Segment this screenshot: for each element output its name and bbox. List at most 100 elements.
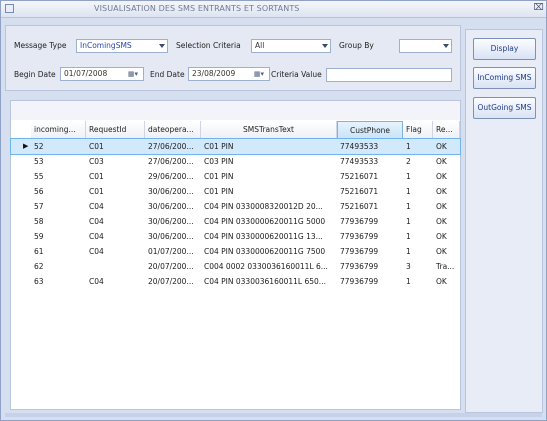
calendar-icon[interactable]: ▦▾ xyxy=(123,68,143,80)
col-sms-text-cell: C03 PIN xyxy=(204,157,234,166)
group-by-label: Group By xyxy=(339,41,374,50)
col-sms-text-cell: C04 PIN 0330000620011G 7500 xyxy=(204,247,326,256)
begin-date-picker[interactable]: 01/07/2008 ▦▾ xyxy=(60,67,144,81)
chevron-down-icon xyxy=(159,44,165,48)
col-flag-cell: 1 xyxy=(406,247,411,256)
begin-date-value: 01/07/2008 xyxy=(64,69,108,78)
outgoing-sms-button[interactable]: OutGoing SMS xyxy=(473,97,536,119)
col-request-id-cell: C04 xyxy=(89,202,104,211)
col-sms-text-cell: C01 PIN xyxy=(204,172,234,181)
row-indicator-icon: ▶ xyxy=(23,142,29,150)
col-flag-cell: 1 xyxy=(406,217,411,226)
actions-panel: Display InComing SMS OutGoing SMS xyxy=(465,29,543,413)
table-row[interactable]: 61 C04 01/07/200... C04 PIN 0330000620011G … xyxy=(11,244,460,259)
col-cust-phone-cell: 77936799 xyxy=(340,232,379,241)
col-sms-text-cell: C004 0002 0330036160011L 6... xyxy=(204,262,328,271)
col-request-id-cell: C03 xyxy=(89,157,104,166)
col-result-cell: OK xyxy=(436,232,447,241)
col-incoming-cell: 61 xyxy=(34,247,44,256)
selection-criteria-select[interactable]: All xyxy=(251,39,331,53)
message-type-label: Message Type xyxy=(14,41,67,50)
col-date-operation-cell: 30/06/200... xyxy=(148,217,194,226)
col-result-cell: OK xyxy=(436,142,447,151)
col-cust-phone-cell: 77936799 xyxy=(340,247,379,256)
col-request-id-cell: C01 xyxy=(89,142,104,151)
table-row[interactable]: 62 20/07/200... C004 0002 0330036160011L 6… xyxy=(11,259,460,274)
message-type-select[interactable]: InComingSMS xyxy=(76,39,168,53)
table-row[interactable]: 59 C04 30/06/200... C04 PIN 0330000620011G … xyxy=(11,229,460,244)
col-result-cell: OK xyxy=(436,202,447,211)
col-request-id-cell: C04 xyxy=(89,232,104,241)
table-row[interactable]: 57 C04 30/06/200... C04 PIN 0330008320012D … xyxy=(11,199,460,214)
col-flag-cell: 1 xyxy=(406,172,411,181)
col-sms-text-cell: C04 PIN 0330000620011G 13... xyxy=(204,232,323,241)
col-result-cell: OK xyxy=(436,277,447,286)
criteria-value-label: Criteria Value xyxy=(271,70,322,79)
header-col-sms-text[interactable]: SMSTransText xyxy=(201,121,337,139)
table-row[interactable]: 56 C01 30/06/200... C01 PIN 75216071 1 OK xyxy=(11,184,460,199)
col-cust-phone-cell: 75216071 xyxy=(340,202,379,211)
end-date-label: End Date xyxy=(150,70,185,79)
window-title: VISUALISATION DES SMS ENTRANTS ET SORTAN… xyxy=(94,4,300,13)
col-result-cell: OK xyxy=(436,157,447,166)
col-cust-phone-cell: 77936799 xyxy=(340,262,379,271)
col-date-operation-cell: 30/06/200... xyxy=(148,187,194,196)
col-incoming-cell: 53 xyxy=(34,157,44,166)
header-col-request-id[interactable]: RequestId xyxy=(86,121,145,139)
header-col-flag[interactable]: Flag xyxy=(403,121,433,139)
header-col-date-operation[interactable]: dateopera... xyxy=(145,121,201,139)
table-row[interactable]: ▶ 52 C01 27/06/200... C01 PIN 77493533 1 OK xyxy=(10,138,461,155)
col-request-id-cell: C01 xyxy=(89,172,104,181)
col-date-operation-cell: 30/06/200... xyxy=(148,232,194,241)
col-incoming-cell: 59 xyxy=(34,232,44,241)
col-date-operation-cell: 27/06/200... xyxy=(148,157,194,166)
chevron-down-icon xyxy=(322,44,328,48)
group-by-select[interactable] xyxy=(399,39,452,53)
header-col-incoming[interactable]: incoming... xyxy=(31,121,86,139)
col-flag-cell: 3 xyxy=(406,262,411,271)
table-row[interactable]: 53 C03 27/06/200... C03 PIN 77493533 2 OK xyxy=(11,154,460,169)
col-result-cell: OK xyxy=(436,247,447,256)
col-sms-text-cell: C04 PIN 0330036160011L 650... xyxy=(204,277,326,286)
col-sms-text-cell: C04 PIN 0330000620011G 5000 xyxy=(204,217,326,226)
selection-criteria-label: Selection Criteria xyxy=(176,41,241,50)
col-date-operation-cell: 01/07/200... xyxy=(148,247,194,256)
chevron-down-icon xyxy=(443,44,449,48)
col-result-cell: OK xyxy=(436,187,447,196)
title-bar: VISUALISATION DES SMS ENTRANTS ET SORTAN… xyxy=(1,1,546,18)
col-sms-text-cell: C01 PIN xyxy=(204,187,234,196)
col-result-cell: OK xyxy=(436,217,447,226)
header-col-cust-phone[interactable]: CustPhone xyxy=(337,121,403,139)
col-request-id-cell: C04 xyxy=(89,277,104,286)
close-icon[interactable]: ⌧ xyxy=(533,3,544,14)
col-result-cell: Tra... xyxy=(436,262,455,271)
end-date-value: 23/08/2009 xyxy=(192,69,236,78)
table-row[interactable]: 58 C04 30/06/200... C04 PIN 0330000620011G … xyxy=(11,214,460,229)
table-row[interactable]: 63 C04 20/07/200... C04 PIN 0330036160011L … xyxy=(11,274,460,289)
col-cust-phone-cell: 75216071 xyxy=(340,172,379,181)
end-date-picker[interactable]: 23/08/2009 ▦▾ xyxy=(188,67,270,81)
header-col-result[interactable]: Re... xyxy=(433,121,460,139)
calendar-icon[interactable]: ▦▾ xyxy=(249,68,269,80)
sms-viewer-window: VISUALISATION DES SMS ENTRANTS ET SORTAN… xyxy=(0,0,547,421)
app-icon xyxy=(5,4,14,13)
col-incoming-cell: 56 xyxy=(34,187,44,196)
col-sms-text-cell: C04 PIN 0330008320012D 20... xyxy=(204,202,323,211)
col-incoming-cell: 55 xyxy=(34,172,44,181)
selection-criteria-value: All xyxy=(255,41,265,50)
col-cust-phone-cell: 77493533 xyxy=(340,142,379,151)
col-flag-cell: 2 xyxy=(406,157,411,166)
col-incoming-cell: 62 xyxy=(34,262,44,271)
col-cust-phone-cell: 77493533 xyxy=(340,157,379,166)
col-incoming-cell: 58 xyxy=(34,217,44,226)
criteria-value-input[interactable] xyxy=(326,68,452,82)
table-row[interactable]: 55 C01 29/06/200... C01 PIN 75216071 1 OK xyxy=(11,169,460,184)
begin-date-label: Begin Date xyxy=(14,70,56,79)
bottom-border xyxy=(5,413,542,417)
col-cust-phone-cell: 75216071 xyxy=(340,187,379,196)
col-result-cell: OK xyxy=(436,172,447,181)
incoming-sms-button[interactable]: InComing SMS xyxy=(473,67,536,89)
col-flag-cell: 1 xyxy=(406,142,411,151)
col-request-id-cell: C01 xyxy=(89,187,104,196)
display-button[interactable]: Display xyxy=(473,38,536,60)
